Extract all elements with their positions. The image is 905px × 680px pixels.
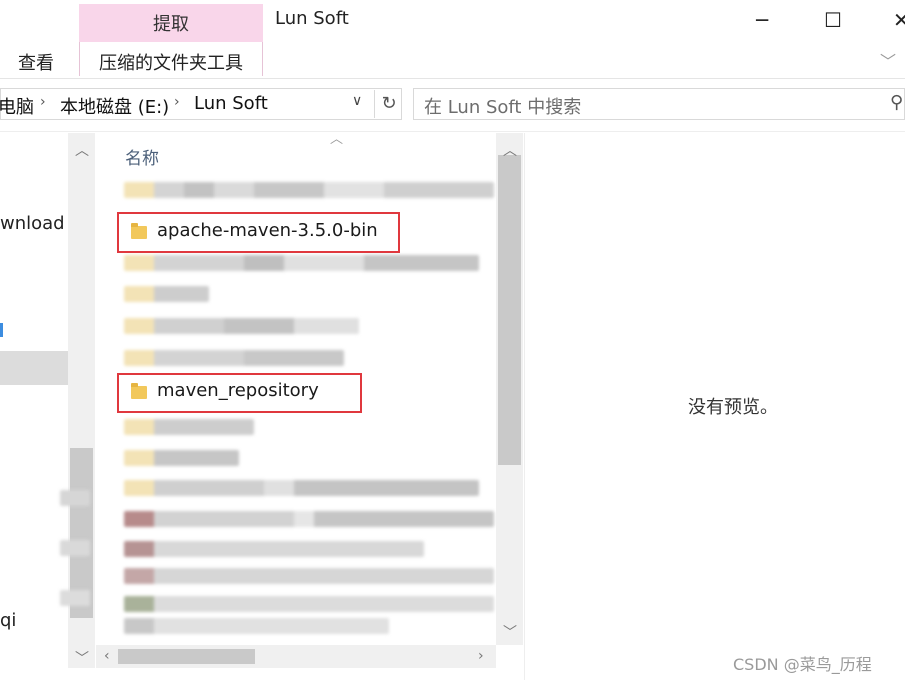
folder-icon [131,223,147,239]
preview-empty-text: 没有预览。 [688,397,778,418]
chevron-down-icon[interactable]: ∨ [352,93,362,109]
blurred-nav-entry [60,540,90,556]
list-scrollbar-thumb[interactable] [498,155,521,465]
nav-indicator [0,323,3,337]
breadcrumb-computer[interactable]: 电脑 [0,93,34,119]
maximize-button[interactable]: ☐ [824,8,842,32]
nav-item-qi[interactable]: qi [0,610,16,631]
scroll-down-icon[interactable]: ﹀ [75,648,89,668]
minimize-button[interactable]: ─ [756,8,768,32]
search-icon[interactable]: ⚲ [890,92,903,113]
file-name-apache-maven[interactable]: apache-maven-3.5.0-bin [157,220,378,241]
blurred-file-row [124,480,479,496]
scroll-up-icon[interactable]: ︿ [75,140,89,160]
sort-up-icon: ︿ [330,132,344,147]
blurred-file-row [124,286,209,302]
window-title: Lun Soft [275,8,349,29]
blurred-file-row [124,182,494,198]
folder-icon [131,383,147,399]
chevron-down-icon[interactable]: ﹀ [880,48,896,72]
blurred-file-row [124,568,494,584]
refresh-icon[interactable]: ↻ [374,90,403,118]
blurred-file-row [124,541,424,557]
search-input[interactable]: 在 Lun Soft 中搜索 [424,93,581,119]
blurred-file-row [124,419,254,435]
scroll-right-icon[interactable]: › [478,648,484,664]
header-divider [0,131,905,132]
breadcrumb-separator-icon[interactable]: › [174,94,180,110]
file-name-maven-repository[interactable]: maven_repository [157,380,319,401]
breadcrumb-drive[interactable]: 本地磁盘 (E:) [60,93,169,119]
blurred-file-row [124,618,389,634]
scroll-left-icon[interactable]: ‹ [104,648,110,664]
column-header-name[interactable]: 名称 [125,144,159,169]
scroll-down-icon[interactable]: ﹀ [503,622,517,642]
blurred-file-row [124,255,479,271]
ribbon-divider [0,78,905,79]
breadcrumb-folder[interactable]: Lun Soft [194,93,268,114]
blurred-file-row [124,318,359,334]
blurred-file-row [124,350,344,366]
scroll-up-icon[interactable]: ︿ [503,140,517,160]
nav-item-download[interactable]: wnload [0,213,65,234]
preview-divider [524,133,525,680]
blurred-file-row [124,511,494,527]
tab-view[interactable]: 查看 [18,49,54,75]
close-button[interactable]: ✕ [893,8,905,32]
horizontal-scrollbar-thumb[interactable] [118,649,255,664]
watermark: CSDN @菜鸟_历程 [733,655,872,674]
blurred-nav-entry [60,590,90,606]
blurred-file-row [124,596,494,612]
breadcrumb-separator-icon[interactable]: › [40,94,46,110]
blurred-file-row [124,450,239,466]
context-group-label: 提取 [153,14,189,35]
nav-item-selected[interactable] [0,351,68,385]
tab-compressed-folder-tools[interactable]: 压缩的文件夹工具 [79,49,263,75]
blurred-nav-entry [60,490,90,506]
